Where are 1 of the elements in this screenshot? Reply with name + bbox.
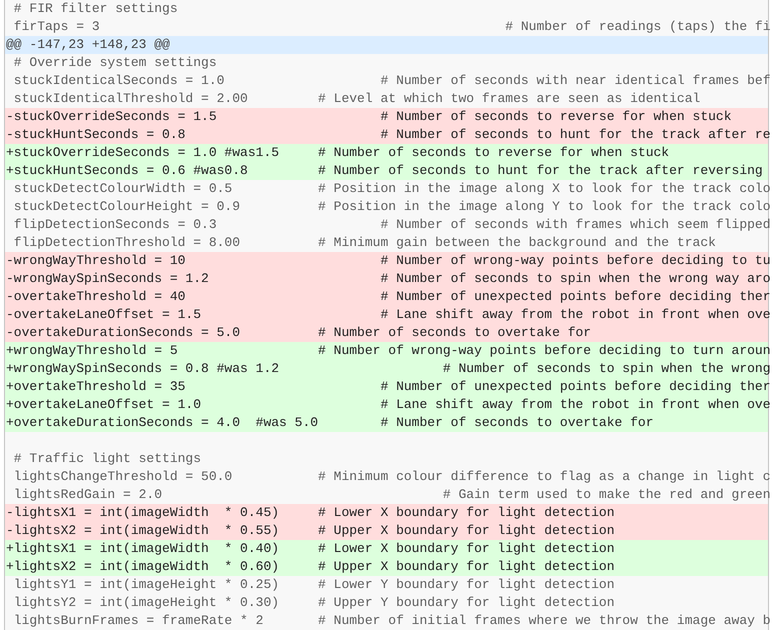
- hunk-header: @@ -147,23 +148,23 @@: [5, 36, 768, 54]
